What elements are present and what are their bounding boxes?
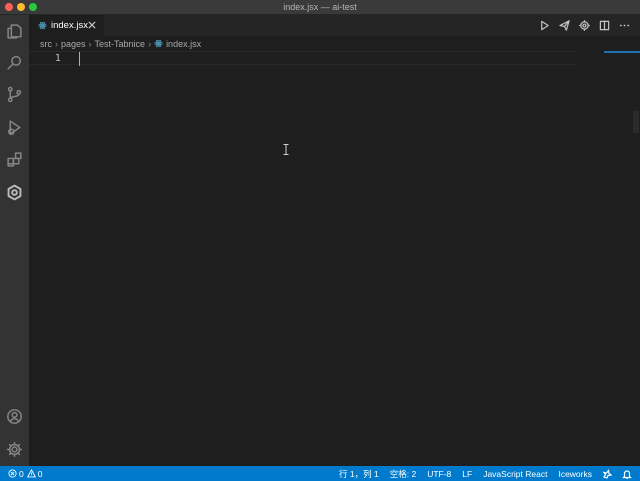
code-editor[interactable]: 1 — [29, 51, 640, 466]
status-bar: 0 0 行 1，列 1 空格: 2 UTF-8 LF JavaScript Re… — [0, 466, 640, 481]
run-icon — [540, 20, 549, 31]
tab-index-jsx[interactable]: index.jsx — [29, 15, 104, 36]
send-icon — [558, 20, 570, 31]
iceworks-status[interactable]: Iceworks — [558, 469, 592, 479]
account-icon — [7, 408, 22, 424]
breadcrumb-item-src[interactable]: src — [40, 39, 52, 49]
settings-button[interactable] — [574, 16, 594, 36]
iceworks-icon — [7, 184, 22, 200]
extensions-icon — [7, 151, 22, 167]
breadcrumb-item-index-jsx[interactable]: index.jsx — [166, 39, 201, 49]
more-actions-button[interactable] — [614, 16, 634, 36]
tab-bar: index.jsx — [29, 15, 640, 36]
activity-manage[interactable] — [0, 435, 29, 463]
end-of-line[interactable]: LF — [462, 469, 472, 479]
breadcrumb-item-pages[interactable]: pages — [61, 39, 86, 49]
source-control-icon — [7, 86, 22, 102]
file-encoding[interactable]: UTF-8 — [427, 469, 451, 479]
run-debug-icon — [8, 119, 21, 135]
activity-search[interactable] — [0, 48, 29, 76]
close-icon[interactable] — [87, 20, 97, 30]
activity-bar — [0, 15, 29, 466]
warning-count: 0 — [37, 468, 43, 479]
split-editor-button[interactable] — [594, 16, 614, 36]
settings-gear-icon — [6, 441, 23, 457]
chevron-right-icon: › — [55, 38, 58, 49]
indentation[interactable]: 空格: 2 — [390, 468, 416, 480]
error-icon — [8, 469, 17, 478]
warning-icon — [26, 469, 36, 478]
error-count: 0 — [19, 468, 24, 479]
text-cursor — [79, 52, 80, 66]
activity-account[interactable] — [0, 402, 29, 430]
line-number: 1 — [55, 53, 61, 64]
more-icon — [619, 24, 629, 27]
feedback-icon[interactable] — [602, 468, 612, 479]
current-line-highlight: 1 — [29, 51, 577, 66]
search-icon — [7, 55, 22, 70]
language-mode[interactable]: JavaScript React — [483, 469, 547, 479]
cursor-position[interactable]: 行 1，列 1 — [339, 468, 379, 480]
editor-actions — [534, 15, 634, 36]
gear-icon — [578, 20, 590, 31]
activity-run-debug[interactable] — [0, 113, 29, 141]
problems-errors[interactable]: 0 — [8, 469, 24, 479]
notifications-bell-icon[interactable] — [622, 469, 632, 479]
activity-iceworks[interactable] — [0, 178, 29, 206]
send-button[interactable] — [554, 16, 574, 36]
react-file-icon — [154, 39, 163, 48]
ibeam-cursor-icon — [283, 144, 289, 155]
problems-warnings[interactable]: 0 — [26, 468, 43, 479]
activity-extensions[interactable] — [0, 145, 29, 173]
overview-ruler-slider[interactable] — [633, 111, 639, 133]
chevron-right-icon: › — [88, 38, 92, 49]
title-bar: index.jsx — ai-test — [0, 0, 640, 15]
explorer-icon — [7, 23, 22, 39]
breadcrumb-item-test-tabnice[interactable]: Test-Tabnice — [95, 39, 146, 49]
run-button[interactable] — [534, 16, 554, 36]
overview-ruler-indicator — [604, 51, 640, 53]
breadcrumb: src › pages › Test-Tabnice › index.jsx — [29, 36, 640, 51]
react-file-icon — [38, 21, 47, 30]
window-title: index.jsx — ai-test — [283, 2, 357, 12]
split-editor-icon — [599, 20, 609, 31]
tab-label: index.jsx — [51, 20, 88, 31]
activity-explorer[interactable] — [0, 17, 29, 45]
activity-source-control[interactable] — [0, 80, 29, 108]
chevron-right-icon: › — [148, 38, 152, 49]
